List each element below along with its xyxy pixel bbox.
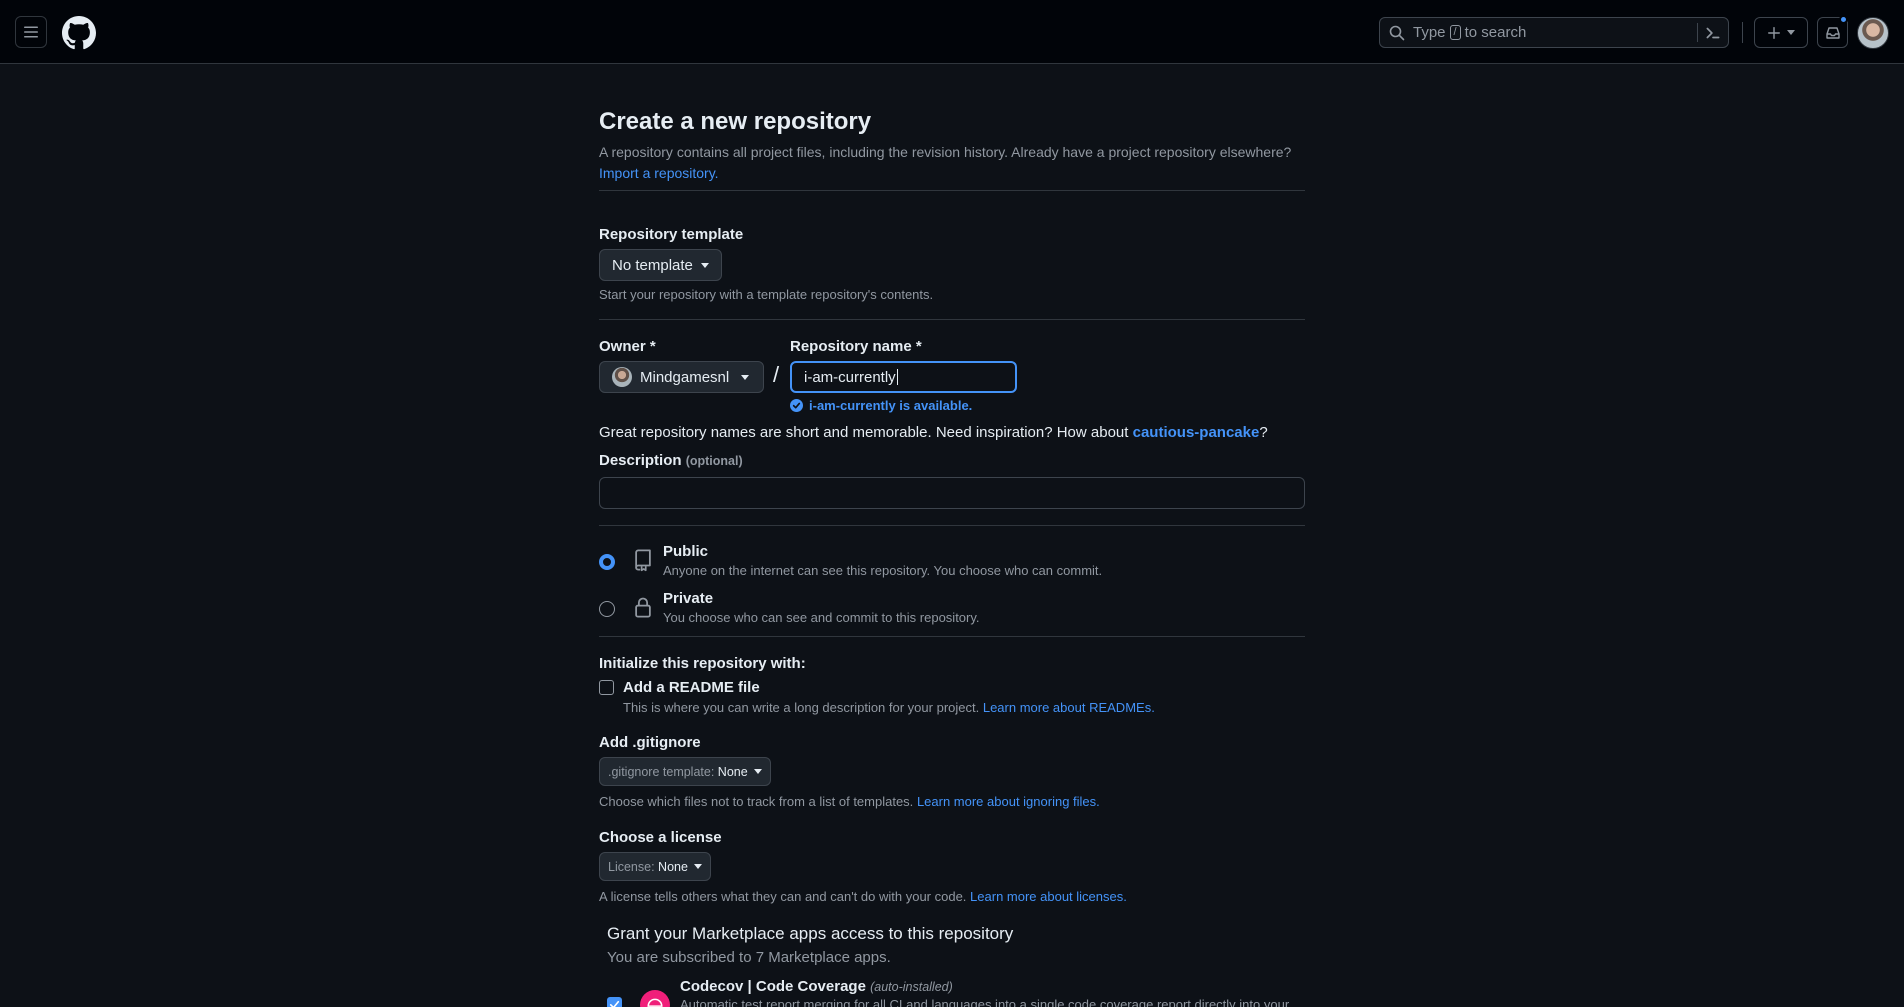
search-shortcut-key: /	[1449, 25, 1461, 40]
marketplace-subtitle: You are subscribed to 7 Marketplace apps…	[607, 949, 891, 966]
gitignore-note: Choose which files not to track from a l…	[599, 794, 1100, 809]
license-selected: None	[658, 859, 688, 874]
template-dropdown[interactable]: No template	[599, 249, 722, 281]
license-note: A license tells others what they can and…	[599, 889, 1127, 904]
chevron-down-icon	[700, 262, 709, 268]
repo-name-input[interactable]: i-am-currently	[790, 361, 1017, 393]
template-note: Start your repository with a template re…	[599, 287, 934, 302]
divider	[599, 525, 1305, 526]
chevron-down-icon	[753, 769, 762, 774]
user-avatar[interactable]	[1857, 17, 1889, 49]
codecov-app-name: Codecov | Code Coverage (auto-installed)	[680, 978, 953, 995]
hint-text: Great repository names are short and mem…	[599, 424, 1129, 441]
app-name-text: Codecov | Code Coverage	[680, 978, 866, 995]
gitignore-selected: None	[717, 764, 748, 779]
codecov-logo-icon	[640, 990, 670, 1007]
search-input[interactable]: Type / to search	[1379, 17, 1729, 48]
readme-checkbox[interactable]	[599, 680, 614, 695]
codecov-checkbox[interactable]	[607, 997, 622, 1007]
umbrella-icon	[647, 998, 663, 1007]
divider	[599, 319, 1305, 320]
license-learn-more-link[interactable]: Learn more about licenses.	[970, 889, 1127, 904]
repo-name-label: Repository name *	[790, 338, 922, 355]
chevron-down-icon	[693, 864, 702, 869]
description-input[interactable]	[599, 477, 1305, 509]
subtitle-text: A repository contains all project files,…	[599, 144, 1292, 160]
availability-message: i-am-currently is available.	[790, 398, 972, 413]
gitignore-note-text: Choose which files not to track from a l…	[599, 794, 914, 809]
check-icon	[609, 1000, 620, 1007]
license-prefix: License:	[608, 859, 655, 874]
search-suffix: to search	[1464, 24, 1527, 41]
owner-dropdown[interactable]: Mindgamesnl	[599, 361, 764, 393]
gitignore-learn-more-link[interactable]: Learn more about ignoring files.	[917, 794, 1100, 809]
hamburger-icon	[24, 26, 38, 38]
header-divider	[1742, 22, 1743, 43]
check-circle-icon	[790, 399, 803, 412]
search-placeholder: Type / to search	[1413, 24, 1526, 41]
template-label: Repository template	[599, 226, 744, 243]
public-desc: Anyone on the internet can see this repo…	[663, 563, 1103, 578]
app-tag: (auto-installed)	[870, 980, 953, 994]
owner-label: Owner *	[599, 338, 656, 355]
search-prefix: Type	[1413, 24, 1446, 41]
license-note-text: A license tells others what they can and…	[599, 889, 967, 904]
owner-value: Mindgamesnl	[640, 368, 730, 386]
gitignore-value: .gitignore template: None	[608, 765, 748, 779]
text-cursor	[896, 369, 898, 385]
divider	[599, 190, 1305, 191]
description-label-text: Description	[599, 452, 682, 469]
menu-button[interactable]	[15, 16, 47, 48]
public-radio[interactable]	[599, 554, 615, 570]
gitignore-prefix: .gitignore template:	[608, 764, 715, 779]
divider	[599, 636, 1305, 637]
owner-avatar	[612, 367, 632, 387]
readme-label[interactable]: Add a README file	[623, 679, 760, 696]
availability-text: i-am-currently is available.	[809, 398, 973, 413]
template-value: No template	[612, 256, 693, 274]
command-palette-icon[interactable]	[1704, 24, 1722, 42]
suggestion-link[interactable]: cautious-pancake	[1133, 424, 1260, 441]
license-dropdown[interactable]: License: None	[599, 852, 711, 881]
readme-desc: This is where you can write a long descr…	[623, 700, 1155, 715]
name-hint: Great repository names are short and mem…	[599, 424, 1268, 441]
search-divider	[1697, 23, 1698, 42]
codecov-app-desc: Automatic test report merging for all CI…	[680, 997, 1290, 1007]
readme-learn-more-link[interactable]: Learn more about READMEs.	[983, 700, 1155, 715]
init-label: Initialize this repository with:	[599, 655, 806, 672]
marketplace-title: Grant your Marketplace apps access to th…	[607, 924, 1014, 943]
page-subtitle: A repository contains all project files,…	[599, 142, 1305, 184]
plus-icon	[1768, 26, 1780, 39]
owner-repo-separator: /	[773, 362, 780, 387]
readme-desc-text: This is where you can write a long descr…	[623, 700, 980, 715]
create-new-button[interactable]	[1754, 17, 1808, 48]
public-title: Public	[663, 543, 709, 560]
license-label: Choose a license	[599, 829, 722, 846]
top-header: Type / to search	[0, 0, 1904, 64]
private-desc: You choose who can see and commit to thi…	[663, 610, 980, 625]
inbox-icon	[1825, 26, 1840, 39]
private-title: Private	[663, 590, 714, 607]
repo-icon	[635, 549, 651, 572]
chevron-down-icon	[1787, 30, 1795, 35]
import-repository-link[interactable]: Import a repository.	[599, 165, 719, 181]
gitignore-dropdown[interactable]: .gitignore template: None	[599, 757, 771, 786]
hint-suffix: ?	[1259, 424, 1268, 441]
notification-indicator	[1839, 15, 1848, 24]
search-icon	[1389, 25, 1405, 40]
chevron-down-icon	[741, 374, 750, 380]
license-value: License: None	[608, 860, 688, 874]
repo-name-value: i-am-currently	[804, 368, 896, 386]
optional-tag: (optional)	[685, 454, 743, 468]
private-radio[interactable]	[599, 601, 615, 617]
lock-icon	[635, 597, 651, 618]
page-title: Create a new repository	[599, 108, 872, 135]
description-label: Description (optional)	[599, 452, 743, 469]
github-logo-icon[interactable]	[62, 16, 96, 50]
gitignore-label: Add .gitignore	[599, 734, 701, 751]
